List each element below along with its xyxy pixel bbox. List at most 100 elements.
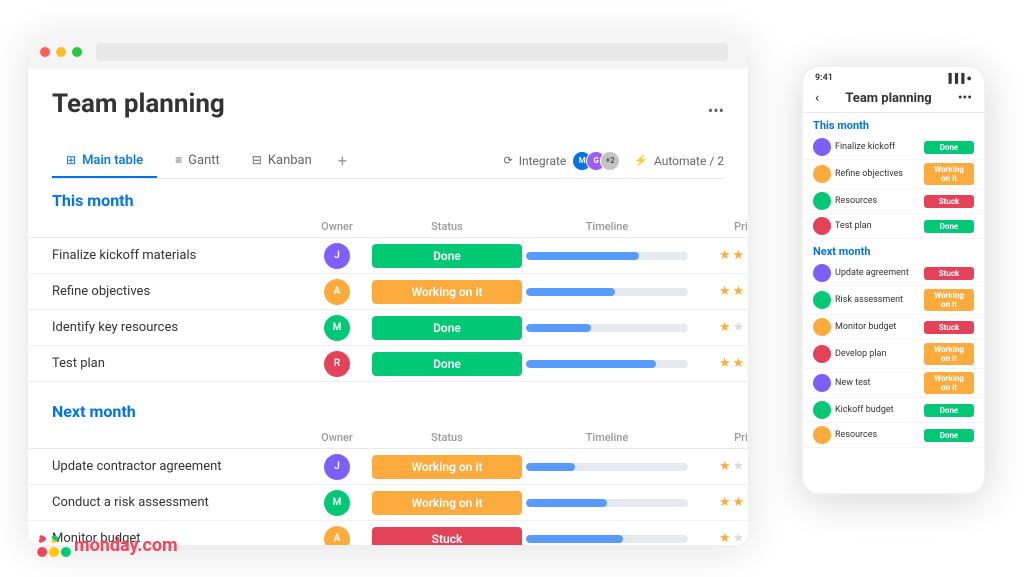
mobile-status-badge: Working on it [924, 163, 974, 185]
timeline-track [526, 499, 688, 507]
timeline-fill [526, 463, 575, 471]
star-3: ★ [746, 284, 748, 299]
avatar: A [324, 526, 350, 546]
automate-label: Automate / 2 [654, 154, 724, 168]
star-2: ★ [733, 531, 745, 545]
tab-gantt[interactable]: ≡ Gantt [161, 145, 234, 178]
timeline-track [526, 360, 688, 368]
avatar-count: +2 [600, 151, 620, 171]
browser-chrome [28, 35, 748, 69]
minimize-dot [56, 47, 66, 57]
this-month-header: This month [28, 179, 748, 216]
col-timeline: Timeline [522, 431, 692, 444]
star-2: ★ [733, 356, 745, 371]
list-item[interactable]: Update agreement Stuck [803, 261, 984, 286]
mobile-avatar [813, 374, 831, 392]
avatar: A [324, 279, 350, 305]
mobile-row-name: Test plan [835, 221, 872, 231]
mobile-row-info: Refine objectives [813, 165, 920, 183]
list-item[interactable]: Test plan Done [803, 214, 984, 239]
automate-icon: ⚡ [634, 154, 648, 167]
list-item[interactable]: Refine objectives Working on it [803, 160, 984, 189]
mobile-status-bar: 9:41 ▐▐▐ ● [803, 67, 984, 87]
mobile-avatar [813, 291, 831, 309]
timeline-fill [526, 535, 623, 543]
mobile-nav: ‹ Team planning ••• [803, 87, 984, 113]
row-task-name: Finalize kickoff materials [52, 240, 302, 271]
integrate-button[interactable]: ⟳ Integrate M G +2 [503, 151, 620, 171]
list-item[interactable]: Monitor budget Stuck [803, 315, 984, 340]
col-owner: Owner [302, 431, 372, 444]
tab-kanban[interactable]: ⊟ Kanban [238, 145, 326, 178]
table-row[interactable]: Test plan R Done ★ ★ ★ ★ ★ [28, 346, 748, 382]
mobile-row-info: Develop plan [813, 345, 920, 363]
list-item[interactable]: New test Working on it [803, 369, 984, 398]
col-status: Status [372, 220, 522, 233]
mobile-avatar [813, 318, 831, 336]
avatar: M [324, 315, 350, 341]
mobile-status-badge: Done [924, 404, 974, 417]
mobile-status-badge: Stuck [924, 321, 974, 334]
mobile-panel-title: Team planning [845, 91, 931, 106]
row-timeline [522, 288, 692, 296]
mobile-row-info: Finalize kickoff [813, 138, 920, 156]
col-headers-next-month: Owner Status Timeline Priority + [28, 427, 748, 449]
mobile-row-name: Resources [835, 196, 877, 206]
row-owner: J [302, 454, 372, 480]
list-item[interactable]: Kickoff budget Done [803, 398, 984, 423]
status-badge: Working on it [372, 491, 522, 515]
row-timeline [522, 324, 692, 332]
integrate-label: Integrate [519, 154, 567, 168]
monday-brand-name: monday [74, 535, 137, 556]
monday-brand-text: monday.com [74, 535, 178, 556]
tab-main-table[interactable]: ⊞ Main table [52, 145, 157, 178]
row-owner: M [302, 315, 372, 341]
list-item[interactable]: Resources Done [803, 423, 984, 448]
kanban-icon: ⊟ [252, 153, 262, 167]
table-row[interactable]: Update contractor agreement J Working on… [28, 449, 748, 485]
avatar: R [324, 351, 350, 377]
row-status: Stuck [372, 527, 522, 546]
mobile-row-info: Monitor budget [813, 318, 920, 336]
status-badge: Working on it [372, 280, 522, 304]
row-priority: ★ ★ ★ ★ ★ [692, 459, 748, 474]
monday-m-icon [36, 531, 72, 559]
url-bar [96, 43, 728, 61]
table-row[interactable]: Identify key resources M Done ★ ★ ★ ★ [28, 310, 748, 346]
mobile-avatar [813, 217, 831, 235]
mobile-row-name: Kickoff budget [835, 405, 894, 415]
add-tab-button[interactable]: + [330, 143, 355, 178]
timeline-fill [526, 288, 615, 296]
star-3: ★ [746, 531, 748, 545]
mobile-status-badge: Working on it [924, 343, 974, 365]
mobile-more-button[interactable]: ••• [958, 90, 972, 106]
panel-header: Team planning ••• ⊞ Main table ≡ Gantt ⊟… [28, 69, 748, 179]
back-button[interactable]: ‹ [815, 90, 819, 106]
table-row[interactable]: Refine objectives A Working on it ★ ★ ★ … [28, 274, 748, 310]
automate-button[interactable]: ⚡ Automate / 2 [634, 154, 724, 168]
table-row[interactable]: Finalize kickoff materials J Done ★ ★ ★ … [28, 238, 748, 274]
panel-more-button[interactable]: ••• [708, 101, 724, 120]
list-item[interactable]: Resources Stuck [803, 189, 984, 214]
this-month-title: This month [52, 191, 134, 210]
row-priority: ★ ★ ★ ★ ★ [692, 284, 748, 299]
table-icon: ⊞ [66, 153, 76, 167]
star-2: ★ [733, 459, 745, 474]
status-badge: Done [372, 244, 522, 268]
list-item[interactable]: Finalize kickoff Done [803, 135, 984, 160]
mobile-panel: 9:41 ▐▐▐ ● ‹ Team planning ••• This mont… [801, 65, 986, 495]
star-3: ★ [746, 459, 748, 474]
mobile-avatar [813, 138, 831, 156]
row-owner: R [302, 351, 372, 377]
star-3: ★ [746, 495, 748, 510]
table-area[interactable]: This month Owner Status Timeline Priorit… [28, 179, 748, 545]
list-item[interactable]: Risk assessment Working on it [803, 286, 984, 315]
tab-kanban-label: Kanban [268, 153, 312, 168]
row-owner: A [302, 526, 372, 546]
timeline-track [526, 535, 688, 543]
list-item[interactable]: Develop plan Working on it [803, 340, 984, 369]
table-row[interactable]: Conduct a risk assessment M Working on i… [28, 485, 748, 521]
mobile-signal: ▐▐▐ ● [945, 73, 972, 84]
mobile-row-name: Refine objectives [835, 169, 903, 179]
col-owner: Owner [302, 220, 372, 233]
